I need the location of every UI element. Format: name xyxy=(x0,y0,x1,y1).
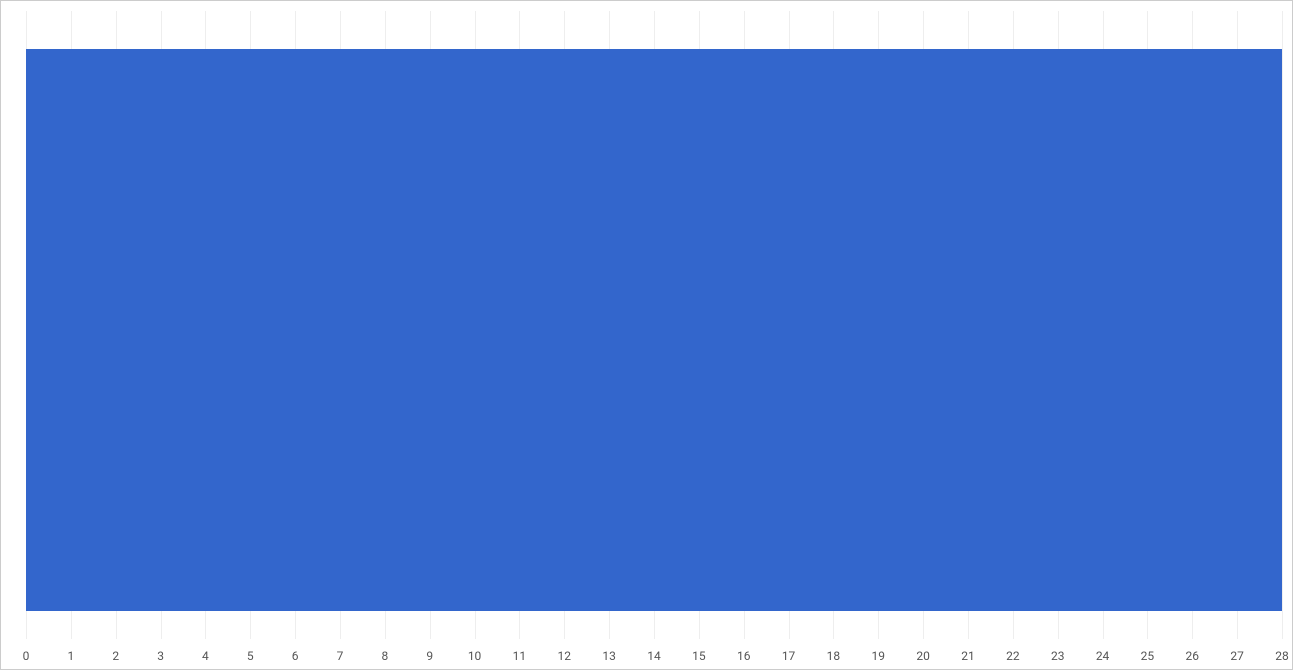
x-tick-label: 6 xyxy=(292,649,299,663)
x-tick-label: 14 xyxy=(647,649,661,663)
x-tick-label: 16 xyxy=(737,649,751,663)
x-tick-label: 12 xyxy=(558,649,572,663)
x-tick-label: 10 xyxy=(468,649,482,663)
x-tick-label: 9 xyxy=(426,649,433,663)
x-tick-label: 20 xyxy=(916,649,930,663)
x-tick-label: 18 xyxy=(827,649,841,663)
x-tick-label: 11 xyxy=(513,649,527,663)
x-tick-label: 25 xyxy=(1141,649,1155,663)
x-tick-label: 27 xyxy=(1230,649,1244,663)
x-tick-label: 28 xyxy=(1275,649,1289,663)
x-tick-label: 7 xyxy=(337,649,344,663)
bar xyxy=(26,49,1282,611)
x-tick-label: 22 xyxy=(1006,649,1020,663)
x-tick-label: 8 xyxy=(381,649,388,663)
x-tick-label: 3 xyxy=(157,649,164,663)
x-tick-label: 5 xyxy=(247,649,254,663)
x-tick-label: 1 xyxy=(67,649,74,663)
x-tick-label: 21 xyxy=(961,649,975,663)
grid-line xyxy=(1282,11,1283,639)
x-tick-label: 4 xyxy=(202,649,209,663)
plot-area xyxy=(26,11,1282,639)
x-tick-label: 19 xyxy=(872,649,886,663)
x-tick-label: 24 xyxy=(1096,649,1110,663)
x-tick-label: 17 xyxy=(782,649,796,663)
x-tick-label: 23 xyxy=(1051,649,1065,663)
x-tick-label: 15 xyxy=(692,649,706,663)
x-tick-label: 2 xyxy=(112,649,119,663)
x-axis: 0123456789101112131415161718192021222324… xyxy=(26,641,1282,669)
x-tick-label: 26 xyxy=(1186,649,1200,663)
x-tick-label: 0 xyxy=(23,649,30,663)
chart-container: 0123456789101112131415161718192021222324… xyxy=(0,0,1293,670)
x-tick-label: 13 xyxy=(602,649,616,663)
